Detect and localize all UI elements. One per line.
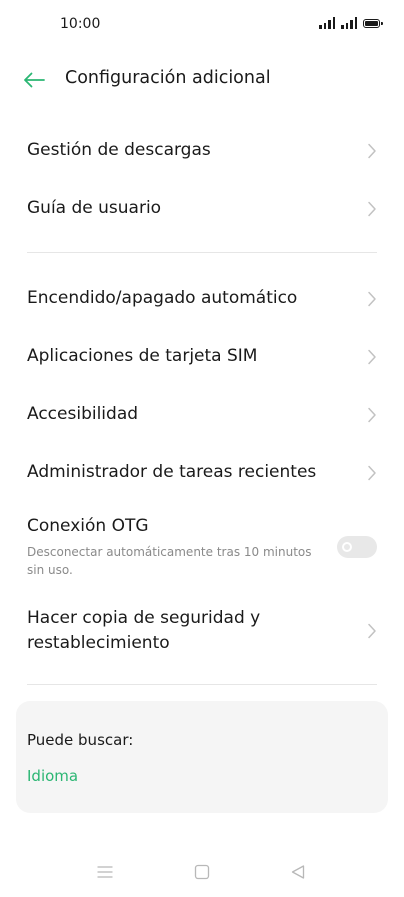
header: Configuración adicional <box>0 56 404 104</box>
toggle-knob <box>342 542 352 552</box>
home-square-icon <box>194 864 210 880</box>
back-button[interactable] <box>18 66 50 94</box>
chevron-right-icon <box>368 291 376 307</box>
status-icons <box>319 17 383 29</box>
arrow-left-icon <box>24 72 45 88</box>
back-triangle-icon <box>291 865 305 879</box>
status-time: 10:00 <box>60 16 101 32</box>
settings-item-recent-tasks[interactable]: Administrador de tareas recientes <box>0 450 404 496</box>
signal-icon <box>319 17 335 29</box>
search-suggestions-card: Puede buscar: Idioma <box>16 701 388 813</box>
settings-item-accessibility[interactable]: Accesibilidad <box>0 392 404 438</box>
chevron-right-icon <box>368 349 376 365</box>
settings-item-description: Desconectar automáticamente tras 10 minu… <box>27 545 312 577</box>
chevron-right-icon <box>368 143 376 159</box>
settings-item-label: Aplicaciones de tarjeta SIM <box>27 346 258 366</box>
search-suggestions-title: Puede buscar: <box>27 731 134 749</box>
chevron-right-icon <box>368 407 376 423</box>
status-bar: 10:00 <box>0 0 404 50</box>
settings-item-backup-reset[interactable]: Hacer copia de seguridad y restablecimie… <box>0 598 404 664</box>
otg-toggle[interactable] <box>337 536 377 558</box>
section-divider <box>27 252 377 253</box>
settings-item-label: Conexión OTG <box>27 516 149 536</box>
settings-item-sim-apps[interactable]: Aplicaciones de tarjeta SIM <box>0 334 404 380</box>
menu-button[interactable] <box>95 863 115 881</box>
chevron-right-icon <box>368 623 376 639</box>
screen: 10:00 Configuración adicional Gestión de… <box>0 0 404 897</box>
settings-item-label: Gestión de descargas <box>27 140 211 160</box>
settings-item-label: Guía de usuario <box>27 198 162 218</box>
settings-item-label: Encendido/apagado automático <box>27 288 298 308</box>
chevron-right-icon <box>368 465 376 481</box>
settings-item-label: Administrador de tareas recientes <box>27 462 317 482</box>
home-button[interactable] <box>192 863 212 881</box>
settings-item-label: Accesibilidad <box>27 404 139 424</box>
battery-icon <box>363 19 383 28</box>
settings-item-auto-power[interactable]: Encendido/apagado automático <box>0 276 404 322</box>
navigation-bar <box>0 855 404 889</box>
signal-icon <box>341 17 357 29</box>
settings-item-download-manager[interactable]: Gestión de descargas <box>0 128 404 174</box>
settings-item-otg: Conexión OTG Desconectar automáticamente… <box>0 508 404 586</box>
page-title: Configuración adicional <box>65 68 271 88</box>
settings-item-label: Hacer copia de seguridad y restablecimie… <box>27 608 261 653</box>
search-suggestion-link[interactable]: Idioma <box>27 767 78 785</box>
menu-icon <box>97 866 113 878</box>
chevron-right-icon <box>368 201 376 217</box>
settings-item-user-guide[interactable]: Guía de usuario <box>0 186 404 232</box>
section-divider <box>27 684 377 685</box>
back-nav-button[interactable] <box>288 863 308 881</box>
